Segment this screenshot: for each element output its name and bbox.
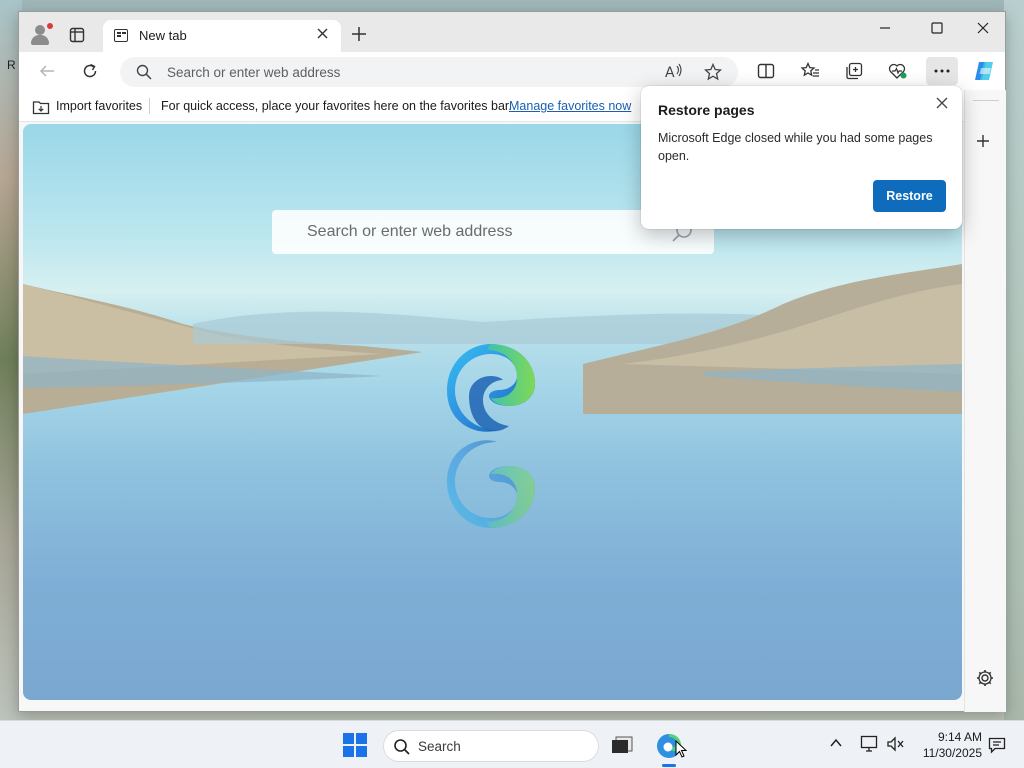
maximize-icon: [931, 22, 943, 34]
restore-button[interactable]: Restore: [873, 180, 946, 212]
toolbar: Search or enter web address A: [19, 52, 1005, 90]
volume-icon[interactable]: [886, 735, 906, 753]
minimize-icon: [880, 27, 890, 29]
tab-actions-icon[interactable]: [65, 24, 89, 46]
edge-sidebar: [964, 90, 1006, 712]
search-icon: [136, 64, 152, 80]
browser-essentials-button[interactable]: [882, 57, 914, 85]
maximize-button[interactable]: [914, 12, 960, 44]
import-folder-icon: [32, 101, 50, 115]
dialog-close-button[interactable]: [931, 92, 953, 114]
dialog-title: Restore pages: [658, 102, 755, 118]
divider: [973, 100, 999, 101]
desktop-icon-label: R: [7, 58, 16, 72]
more-icon: [934, 69, 950, 73]
close-tab-button[interactable]: [311, 24, 333, 46]
windows-start-icon[interactable]: [343, 733, 367, 757]
desktop-wallpaper-right: [1004, 0, 1024, 720]
close-icon: [317, 28, 327, 39]
close-icon: [936, 97, 948, 109]
more-button[interactable]: [926, 57, 958, 85]
close-window-button[interactable]: [960, 12, 1006, 44]
task-view-icon[interactable]: [611, 736, 633, 754]
import-favorites-button[interactable]: Import favorites: [56, 99, 142, 113]
favorite-star-icon: [704, 63, 722, 81]
manage-favorites-link[interactable]: Manage favorites now: [509, 99, 631, 113]
sidebar-add-button[interactable]: [976, 128, 990, 154]
taskbar-search[interactable]: Search: [383, 730, 599, 762]
chevron-up-icon[interactable]: [829, 736, 843, 750]
address-placeholder: Search or enter web address: [167, 65, 341, 80]
minimize-button[interactable]: [862, 12, 908, 44]
favorites-icon: [800, 62, 819, 77]
address-bar[interactable]: Search or enter web address A: [120, 57, 738, 87]
plus-icon: [977, 135, 989, 147]
plus-icon: [352, 27, 366, 41]
profile-icon[interactable]: [27, 22, 53, 48]
mouse-cursor-icon: [675, 740, 687, 758]
collections-icon: [846, 62, 863, 80]
copilot-button[interactable]: [968, 57, 1000, 85]
clock-date: 11/30/2025: [922, 746, 982, 760]
new-tab-button[interactable]: [347, 24, 371, 48]
tab-title: New tab: [139, 28, 187, 43]
divider: [149, 98, 150, 114]
page-search-placeholder: Search or enter web address: [307, 223, 513, 240]
refresh-icon: [83, 63, 97, 78]
taskbar-clock[interactable]: 9:14 AM 11/30/2025: [914, 729, 982, 761]
network-icon[interactable]: [860, 735, 880, 753]
new-tab-icon: [114, 29, 128, 42]
favorites-bar-message: For quick access, place your favorites h…: [161, 99, 512, 113]
refresh-button[interactable]: [74, 57, 106, 85]
restore-pages-dialog: Restore pages Microsoft Edge closed whil…: [641, 86, 962, 229]
taskbar-search-label: Search: [418, 739, 461, 754]
read-aloud-icon: A: [665, 63, 682, 81]
clock-time: 9:14 AM: [937, 730, 982, 744]
copilot-icon: [975, 62, 993, 80]
notification-icon[interactable]: [988, 736, 1006, 754]
split-screen-icon: [757, 63, 775, 79]
sidebar-settings-button[interactable]: [975, 668, 995, 691]
back-icon: [39, 65, 54, 77]
edge-icon: [447, 344, 535, 432]
edge-reflection-icon: [447, 440, 535, 528]
active-app-indicator: [662, 764, 676, 767]
title-bar: New tab: [19, 12, 1005, 52]
search-icon: [394, 739, 410, 755]
dialog-message: Microsoft Edge closed while you had some…: [658, 131, 933, 163]
back-button[interactable]: [31, 57, 63, 85]
favorites-button[interactable]: [794, 57, 826, 85]
split-screen-button[interactable]: [750, 57, 782, 85]
svg-text:A: A: [665, 65, 675, 81]
tab-new-tab[interactable]: New tab: [103, 20, 341, 52]
browser-essentials-icon: [888, 63, 907, 79]
taskbar: Search 9:14 AM 11/30/2025: [0, 720, 1024, 768]
settings-gear-icon: [977, 670, 993, 686]
close-icon: [977, 22, 989, 34]
collections-button[interactable]: [838, 57, 870, 85]
